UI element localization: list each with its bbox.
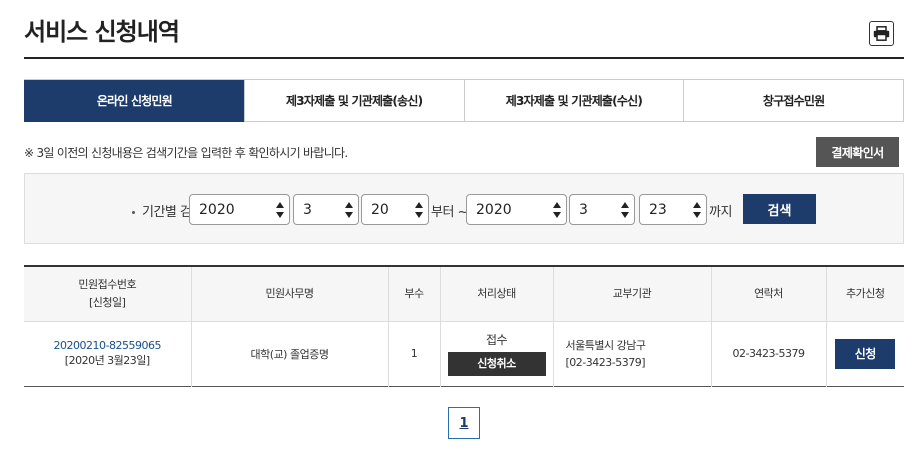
header-org: 교부기관	[553, 266, 712, 322]
header-receipt-no-label: 민원접수번호	[78, 277, 137, 291]
page-title: 서비스 신청내역	[24, 18, 180, 46]
table-row: 20200210-82559065 [2020년 3월23일] 대학(교) 졸업증…	[24, 321, 904, 386]
header-copies: 부수	[388, 266, 441, 322]
header-extra: 추가신청	[826, 266, 904, 322]
cell-receipt-no: 20200210-82559065 [2020년 3월23일]	[24, 321, 192, 386]
header-task: 민원사무명	[191, 266, 389, 322]
cancel-application-button[interactable]: 신청취소	[447, 352, 546, 376]
select-arrows-icon	[415, 202, 423, 218]
print-button[interactable]	[869, 21, 894, 46]
to-year-value: 2020	[476, 201, 512, 218]
select-arrows-icon	[345, 202, 353, 218]
pagination-page-1[interactable]: 1	[448, 407, 480, 439]
from-year-select[interactable]: 2020	[189, 194, 290, 225]
header-receipt-date-label: [신청일]	[89, 295, 126, 309]
receipt-date: [2020년 3월23일]	[64, 354, 150, 367]
payment-confirmation-button[interactable]: 결제확인서	[816, 137, 899, 167]
org-phone: [02-3423-5379]	[565, 355, 646, 369]
cell-task: 대학(교) 졸업증명	[191, 321, 389, 386]
to-month-value: 3	[579, 201, 588, 218]
cell-contact: 02-3423-5379	[711, 321, 827, 386]
from-day-select[interactable]: 20	[361, 194, 429, 225]
select-arrows-icon	[553, 202, 561, 218]
header-receipt-no: 민원접수번호 [신청일]	[24, 266, 192, 322]
select-arrows-icon	[276, 202, 284, 218]
select-arrows-icon	[621, 202, 629, 218]
search-button[interactable]: 검색	[743, 194, 816, 224]
select-arrows-icon	[693, 202, 701, 218]
org-name: 서울특별시 강남구	[565, 338, 646, 352]
title-divider	[24, 57, 904, 59]
to-day-select[interactable]: 23	[639, 194, 707, 225]
to-text: 까지	[709, 205, 732, 220]
table-header-row: 민원접수번호 [신청일] 민원사무명 부수 처리상태 교부기관 연락처 추가신청	[24, 266, 904, 322]
header-contact: 연락처	[711, 266, 827, 322]
cell-extra: 신청	[826, 321, 904, 386]
status-text: 접수	[485, 333, 508, 347]
cell-copies: 1	[388, 321, 441, 386]
from-year-value: 2020	[199, 201, 235, 218]
tab-third-party-sent[interactable]: 제3자제출 및 기관제출(송신)	[243, 80, 464, 122]
from-day-value: 20	[371, 201, 389, 218]
header-status: 처리상태	[440, 266, 554, 322]
printer-icon	[873, 26, 890, 41]
tab-online-applications[interactable]: 온라인 신청민원	[24, 80, 244, 122]
apply-button[interactable]: 신청	[835, 338, 896, 369]
from-month-value: 3	[303, 201, 312, 218]
cell-status: 접수신청취소	[440, 321, 554, 386]
tab-third-party-received[interactable]: 제3자제출 및 기관제출(수신)	[463, 80, 684, 122]
to-month-select[interactable]: 3	[569, 194, 635, 225]
to-day-value: 23	[649, 201, 667, 218]
to-year-select[interactable]: 2020	[466, 194, 567, 225]
tab-bar: 온라인 신청민원 제3자제출 및 기관제출(송신) 제3자제출 및 기관제출(수…	[24, 79, 904, 122]
receipt-number-link[interactable]: 20200210-82559065	[54, 339, 162, 352]
tab-counter-applications[interactable]: 창구접수민원	[683, 80, 903, 122]
cell-org: 서울특별시 강남구 [02-3423-5379]	[553, 321, 712, 386]
from-month-select[interactable]: 3	[293, 194, 359, 225]
applications-table: 민원접수번호 [신청일] 민원사무명 부수 처리상태 교부기관 연락처 추가신청 …	[24, 265, 904, 387]
bullet-icon	[132, 211, 135, 214]
from-text: 부터 ~	[431, 205, 468, 220]
notice-text: ※ 3일 이전의 신청내용은 검색기간을 입력한 후 확인하시기 바랍니다.	[24, 146, 348, 160]
search-panel: 기간별 검색 2020 3 20 부터 ~ 2020 3 23 까지 검색	[24, 173, 904, 244]
